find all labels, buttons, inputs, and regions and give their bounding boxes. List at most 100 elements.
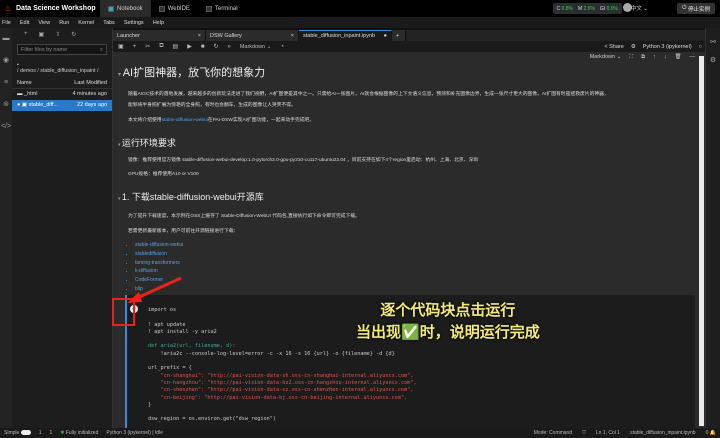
cpu-label: C — [556, 5, 561, 12]
file-name: stable_diffusion_inpaint.ipynb — [630, 430, 696, 436]
menu-view[interactable]: View — [38, 20, 50, 26]
new-launcher-icon[interactable]: + — [24, 31, 28, 38]
activity-bar: ▬ ◉ ≡ ⊛ </> — [0, 28, 12, 428]
menu-file[interactable]: File — [2, 20, 11, 26]
text: 在PAI-DSW实现AI扩图功能，一起来动手完成吧。 — [207, 118, 315, 123]
toc-icon[interactable]: ≡ — [0, 72, 12, 94]
annotation-arrow-icon — [127, 276, 182, 303]
menu-kernel[interactable]: Kernel — [78, 20, 94, 26]
debug-icon[interactable]: ⚙ — [631, 44, 636, 50]
menu-settings[interactable]: Settings — [124, 20, 144, 26]
share-label: Share — [609, 43, 624, 50]
terminal-icon — [205, 5, 212, 12]
tab-terminal[interactable]: Terminal — [198, 0, 246, 17]
add-cell-icon[interactable]: + — [133, 44, 137, 50]
close-icon[interactable]: × — [291, 33, 294, 39]
link-taming[interactable]: taming-transformers — [135, 260, 180, 266]
save-icon[interactable]: ▣ — [118, 43, 124, 50]
app-logo-icon: ♨ — [4, 4, 12, 13]
format-icon[interactable]: ⛶ — [629, 54, 633, 61]
scrollbar[interactable] — [699, 56, 704, 426]
link-k-diffusion[interactable]: k-diffusion — [135, 268, 158, 274]
cpu-value: 0.8% — [561, 5, 573, 12]
duplicate-icon[interactable]: ⧉ — [641, 54, 645, 61]
file-modified: 4 minutes ago — [72, 91, 107, 97]
menu-edit[interactable]: Edit — [20, 20, 29, 26]
move-up-icon[interactable]: ↑ — [653, 54, 656, 61]
notifications[interactable]: 0 🔔 — [706, 430, 716, 436]
stop-instance-button[interactable]: ⏻ 停止实例 — [677, 3, 715, 14]
mem-label: M — [577, 5, 583, 12]
run-icon[interactable]: ▶ — [187, 43, 192, 50]
heading-text: AI扩图神器，放飞你的想象力 — [122, 67, 266, 79]
code-line: def aria2(url, filename, d): — [148, 343, 236, 350]
move-down-icon[interactable]: ↓ — [664, 54, 667, 61]
annotation-overlay: 逐个代码块点击运行 当出现✅时，说明运行完成 — [356, 300, 540, 344]
menu-run[interactable]: Run — [59, 20, 69, 26]
annotation-text: 当出现 — [356, 324, 402, 341]
breadcrumb[interactable]: / demos / stable_diffusion_inpaint / — [17, 68, 98, 74]
close-icon[interactable]: × — [198, 33, 201, 39]
mem-value: 2.5% — [583, 5, 595, 12]
intro-text-2: 能够将半身照扩展为惊艳的全身照，有时也会翻车，生成的图像让人哭笑不得。 — [128, 103, 296, 108]
upload-icon[interactable]: ⇧ — [55, 31, 60, 38]
tab-webide[interactable]: WebIDE — [151, 0, 198, 17]
running-icon[interactable]: ◉ — [0, 50, 12, 72]
mode-indicator: Mode: Command — [533, 430, 573, 436]
stop-icon[interactable]: ■ — [201, 44, 205, 50]
paste-icon[interactable]: ▤ — [173, 43, 179, 50]
property-inspector-icon[interactable]: ⚯ — [706, 38, 720, 46]
tab-dsw-gallery[interactable]: DSW Gallery × — [206, 30, 299, 41]
document-tabs: Launcher × DSW Gallery × stable_diffusion_… — [113, 30, 705, 41]
share-button[interactable]: < Share — [604, 44, 623, 50]
refresh-icon[interactable]: ↻ — [71, 31, 76, 38]
tab-notebook[interactable]: Notebook — [100, 0, 151, 17]
kernel-count[interactable]: 1 — [49, 430, 52, 436]
menu-bar: File Edit View Run Kernel Tabs Settings … — [0, 17, 720, 28]
link-stablediffusion[interactable]: stablediffusion — [135, 251, 167, 257]
kernel-status[interactable]: Python 3 (ipykernel) | Idle — [106, 430, 163, 436]
cell-type-select[interactable]: Markdown ⌄ — [590, 54, 622, 61]
tab-label: DSW Gallery — [210, 32, 242, 39]
filter-files-input[interactable]: Filter files by name ⌕ — [17, 44, 107, 55]
code-line: "cn-beijing": "http://pai-vision-data-bj… — [148, 394, 408, 401]
fast-forward-icon[interactable]: » — [227, 44, 230, 50]
settings-icon[interactable]: ⚙ — [706, 56, 720, 64]
extension-icon[interactable]: ⊛ — [0, 94, 12, 116]
cursor-position[interactable]: Ln 1, Col 1 — [596, 430, 620, 436]
delete-icon[interactable]: 🗑 — [675, 54, 682, 61]
new-tab-button[interactable]: + — [392, 30, 406, 41]
kernel-name[interactable]: Python 3 (ipykernel) — [643, 44, 692, 50]
more-icon[interactable]: — — [690, 54, 696, 61]
copy-icon[interactable]: ⧉ — [159, 43, 163, 50]
code-icon[interactable]: </> — [0, 116, 12, 138]
unsaved-dot-icon[interactable]: ● — [384, 33, 387, 39]
cell-type-select[interactable]: Markdown ⌄ — [240, 44, 272, 50]
restart-icon[interactable]: ↻ — [213, 43, 218, 50]
terminal-count[interactable]: 1 — [39, 430, 42, 436]
tab-launcher[interactable]: Launcher × — [113, 30, 206, 41]
folder-icon[interactable]: ▬ — [0, 28, 12, 50]
simple-label: Simple — [4, 430, 20, 436]
intro-text: 随着AIGC技术的落地发展，越来越多的创新玩法走进了我们视野，AI扩图便是其中之… — [128, 92, 609, 97]
resource-stats: C 0.8% M 2.5% GI 0.0% — [552, 3, 622, 14]
code-line: "cn-shenzhen": "http://pai-vision-data-s… — [148, 387, 414, 394]
column-name[interactable]: Name — [17, 80, 32, 86]
toolbar-right: < Share ⚙ Python 3 (ipykernel) ○ — [604, 41, 702, 52]
sd-webui-link[interactable]: stable-diffusion-webui — [162, 118, 208, 123]
file-row[interactable]: ▬ _html 4 minutes ago — [12, 89, 112, 100]
menu-tabs[interactable]: Tabs — [103, 20, 115, 26]
menu-help[interactable]: Help — [153, 20, 164, 26]
file-row[interactable]: ● ▣ stable_diff... 22 days ago — [12, 100, 112, 111]
link-sd-webui[interactable]: stable-diffusion-webui — [135, 242, 183, 248]
tab-notebook-file[interactable]: stable_diffusion_inpaint.ipynb ● — [299, 30, 392, 41]
cut-icon[interactable]: ✂ — [145, 43, 150, 50]
clock-icon[interactable]: ◔ — [280, 44, 284, 50]
code-line: url_prefix = { — [148, 365, 192, 372]
column-modified[interactable]: Last Modified — [74, 80, 107, 86]
shield-icon[interactable]: ⛉ — [582, 430, 586, 436]
language-select[interactable]: 中文 ⌄ — [631, 4, 648, 12]
new-folder-icon[interactable]: ▣ — [39, 31, 45, 38]
simple-mode-toggle[interactable]: Simple — [4, 430, 31, 436]
